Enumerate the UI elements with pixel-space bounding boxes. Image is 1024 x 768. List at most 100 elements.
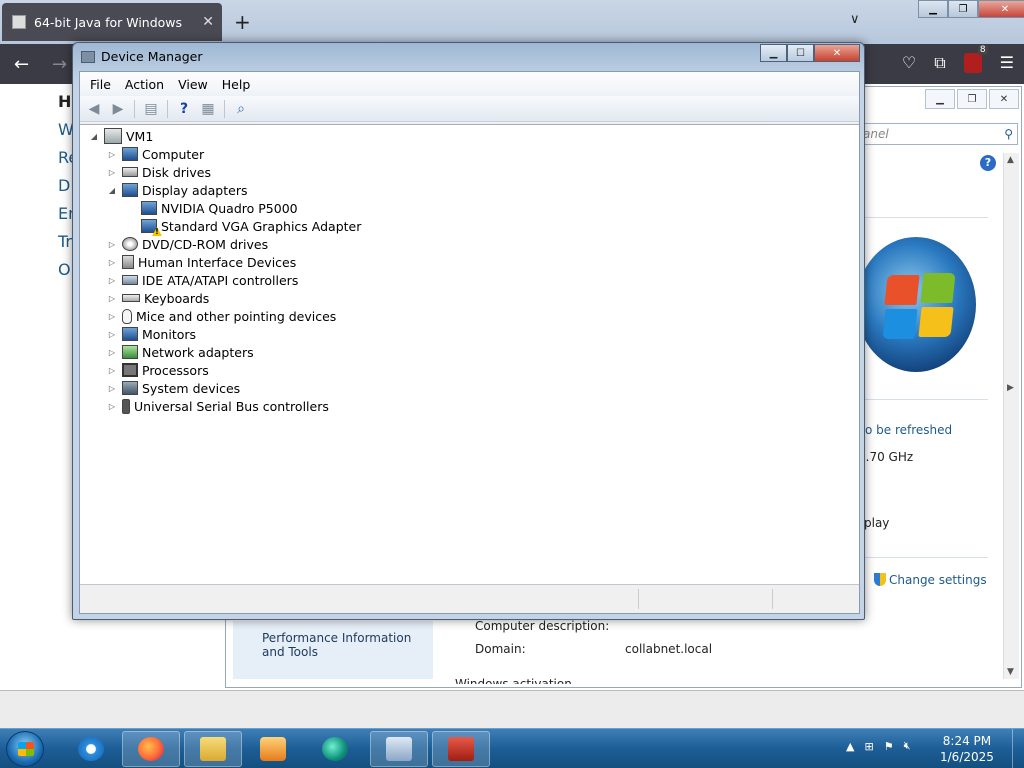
tree-item[interactable]: Standard VGA Graphics Adapter <box>137 217 361 235</box>
windows-logo-icon <box>856 237 976 372</box>
expand-arrow-icon[interactable]: ▷ <box>106 240 118 249</box>
internet-explorer-icon <box>78 737 104 761</box>
taskbar: ▲ ⊞ ⚑ 🔇︎ 8:24 PM 1/6/2025 <box>0 728 1024 768</box>
expand-arrow-icon[interactable]: ▷ <box>106 168 118 177</box>
expand-arrow-icon[interactable]: ▷ <box>106 294 118 303</box>
help-icon[interactable]: ? <box>980 155 996 171</box>
processor-icon <box>122 363 138 377</box>
minimize-button[interactable]: ▁ <box>760 44 787 62</box>
taskbar-media-player[interactable] <box>244 731 302 767</box>
tree-item[interactable]: ▷ Mice and other pointing devices <box>106 307 336 325</box>
scroll-up-icon[interactable]: ▲ <box>1007 155 1014 165</box>
taskbar-firefox[interactable] <box>122 731 180 767</box>
properties-icon[interactable]: ▦ <box>198 99 218 119</box>
tab-list-button[interactable]: ∨ <box>850 12 860 27</box>
back-icon[interactable]: ◀ <box>84 99 104 119</box>
window-controls: ▁ ☐ ✕ <box>760 44 860 62</box>
help-icon[interactable]: ? <box>174 99 194 119</box>
device-manager-app-icon <box>81 50 95 63</box>
tree-item[interactable]: ▷ Network adapters <box>106 343 254 361</box>
tree-label: Computer <box>142 146 205 162</box>
firefox-icon <box>138 737 164 761</box>
expand-arrow-icon[interactable]: ▷ <box>106 402 118 411</box>
browser-tab[interactable]: 64-bit Java for Windows ✕ <box>2 3 222 41</box>
close-button[interactable]: ✕ <box>978 0 1024 18</box>
taskbar-control-panel[interactable] <box>370 731 428 767</box>
status-bar <box>80 584 859 613</box>
toolbar-separator <box>167 99 168 118</box>
search-control-panel-input[interactable]: anel ⚲ <box>856 123 1018 145</box>
search-icon[interactable]: ⚲ <box>1004 124 1013 144</box>
back-icon[interactable]: ← <box>14 54 29 75</box>
tree-item[interactable]: ▷ Processors <box>106 361 209 379</box>
network-tray-icon[interactable]: ⊞ <box>864 740 873 753</box>
forward-icon[interactable]: → <box>52 54 67 75</box>
restore-button[interactable]: ❐ <box>957 89 987 109</box>
expand-arrow-icon[interactable]: ▷ <box>106 276 118 285</box>
collapse-arrow-icon[interactable]: ◢ <box>106 186 118 195</box>
expand-arrow-icon[interactable]: ▷ <box>106 312 118 321</box>
menu-bar: File Action View Help <box>80 72 859 96</box>
tree-label: Human Interface Devices <box>138 254 297 270</box>
new-tab-button[interactable]: + <box>234 10 251 34</box>
tree-item[interactable]: ▷ Monitors <box>106 325 196 343</box>
scroll-thumb-icon[interactable]: ▶ <box>1007 383 1014 393</box>
volume-muted-icon[interactable]: 🔇︎ <box>904 739 911 753</box>
taskbar-device-manager[interactable] <box>432 731 490 767</box>
tree-label: Display adapters <box>142 182 248 198</box>
scan-hardware-changes-icon[interactable]: ⌕ <box>231 99 251 119</box>
tree-item[interactable]: ▷ DVD/CD-ROM drives <box>106 235 268 253</box>
tab-close-icon[interactable]: ✕ <box>202 14 214 30</box>
scroll-down-icon[interactable]: ▼ <box>1007 667 1014 677</box>
tree-item[interactable]: ▷ IDE ATA/ATAPI controllers <box>106 271 298 289</box>
device-tree[interactable]: ◢ VM1 ▷ Computer ▷ Disk drives ◢ Display… <box>80 124 859 584</box>
change-settings-link[interactable]: Change settings <box>874 573 987 587</box>
show-hidden-icons-icon[interactable]: ▲ <box>846 740 854 753</box>
ublock-icon[interactable]: 8 <box>963 45 988 73</box>
close-button[interactable]: ✕ <box>814 44 860 62</box>
tree-item[interactable]: ▷ Human Interface Devices <box>106 253 296 271</box>
pocket-icon[interactable]: ♡ <box>902 53 916 73</box>
expand-arrow-icon[interactable]: ▷ <box>106 150 118 159</box>
expand-arrow-icon[interactable]: ▷ <box>106 348 118 357</box>
close-button[interactable]: ✕ <box>989 89 1019 109</box>
menu-icon[interactable]: ☰ <box>1000 53 1014 73</box>
start-button[interactable] <box>6 731 44 767</box>
expand-arrow-icon[interactable]: ▷ <box>106 258 118 267</box>
minimize-button[interactable]: ▁ <box>925 89 955 109</box>
minimize-button[interactable]: ▁ <box>918 0 948 18</box>
tree-item[interactable]: ▷ Universal Serial Bus controllers <box>106 397 329 415</box>
scrollbar[interactable]: ▲ ▶ ▼ <box>1003 153 1019 679</box>
tree-item[interactable]: ▷ Computer <box>106 145 204 163</box>
media-player-icon <box>260 737 286 761</box>
action-center-flag-icon[interactable]: ⚑ <box>884 740 894 753</box>
expand-arrow-icon[interactable]: ▷ <box>106 384 118 393</box>
taskbar-app[interactable] <box>306 731 364 767</box>
show-hide-console-tree-icon[interactable]: ▤ <box>141 99 161 119</box>
tree-item[interactable]: ▷ Keyboards <box>106 289 209 307</box>
menu-help[interactable]: Help <box>215 77 258 92</box>
tree-label: Keyboards <box>144 290 210 306</box>
taskbar-file-explorer[interactable] <box>184 731 242 767</box>
tree-item[interactable]: NVIDIA Quadro P5000 <box>137 199 298 217</box>
restore-button[interactable]: ❐ <box>948 0 978 18</box>
expand-arrow-icon[interactable]: ▷ <box>106 366 118 375</box>
maximize-button[interactable]: ☐ <box>787 44 814 62</box>
title-bar[interactable]: Device Manager <box>81 49 203 64</box>
extensions-icon[interactable]: ⧉ <box>934 53 945 73</box>
show-desktop-button[interactable] <box>1012 729 1024 768</box>
tree-item[interactable]: ◢ Display adapters <box>106 181 248 199</box>
taskbar-internet-explorer[interactable] <box>62 731 120 767</box>
tree-root[interactable]: ◢ VM1 <box>88 127 153 145</box>
collapse-arrow-icon[interactable]: ◢ <box>88 132 100 141</box>
menu-view[interactable]: View <box>171 77 215 92</box>
tree-item[interactable]: ▷ Disk drives <box>106 163 211 181</box>
menu-file[interactable]: File <box>83 77 118 92</box>
menu-action[interactable]: Action <box>118 77 171 92</box>
forward-icon[interactable]: ▶ <box>108 99 128 119</box>
expand-arrow-icon[interactable]: ▷ <box>106 330 118 339</box>
clock[interactable]: 8:24 PM 1/6/2025 <box>940 733 994 765</box>
tree-item[interactable]: ▷ System devices <box>106 379 240 397</box>
performance-info-link[interactable]: Performance Information and Tools <box>262 631 432 659</box>
refresh-link[interactable]: o be refreshed <box>865 423 952 437</box>
